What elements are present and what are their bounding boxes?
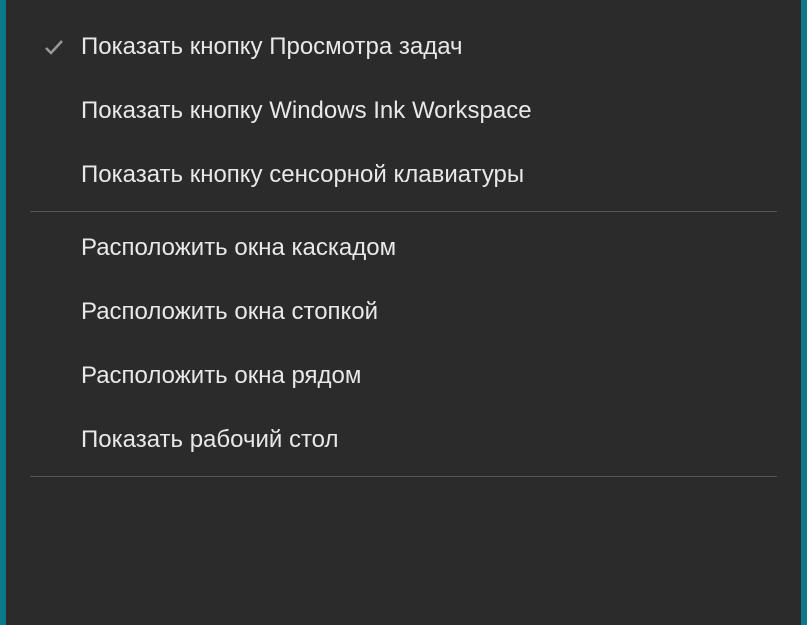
menu-separator (30, 476, 777, 477)
menu-item-label: Показать кнопку Windows Ink Workspace (81, 97, 532, 125)
check-icon (26, 35, 81, 59)
menu-item-cascade-windows[interactable]: Расположить окна каскадом (6, 216, 801, 280)
menu-item-label: Расположить окна рядом (81, 362, 361, 390)
menu-item-label: Расположить окна каскадом (81, 234, 396, 262)
taskbar-context-menu: Показать кнопку Просмотра задач Показать… (6, 0, 801, 625)
menu-item-label: Показать рабочий стол (81, 426, 338, 454)
menu-item-label: Расположить окна стопкой (81, 298, 378, 326)
menu-item-windows-ink-workspace[interactable]: Показать кнопку Windows Ink Workspace (6, 79, 801, 143)
menu-item-show-desktop[interactable]: Показать рабочий стол (6, 408, 801, 472)
menu-item-stack-windows[interactable]: Расположить окна стопкой (6, 280, 801, 344)
menu-item-label: Показать кнопку сенсорной клавиатуры (81, 161, 524, 189)
menu-separator (30, 211, 777, 212)
menu-item-label: Показать кнопку Просмотра задач (81, 33, 463, 61)
menu-item-touch-keyboard[interactable]: Показать кнопку сенсорной клавиатуры (6, 143, 801, 207)
menu-item-side-by-side[interactable]: Расположить окна рядом (6, 344, 801, 408)
menu-item-task-view-button[interactable]: Показать кнопку Просмотра задач (6, 15, 801, 79)
